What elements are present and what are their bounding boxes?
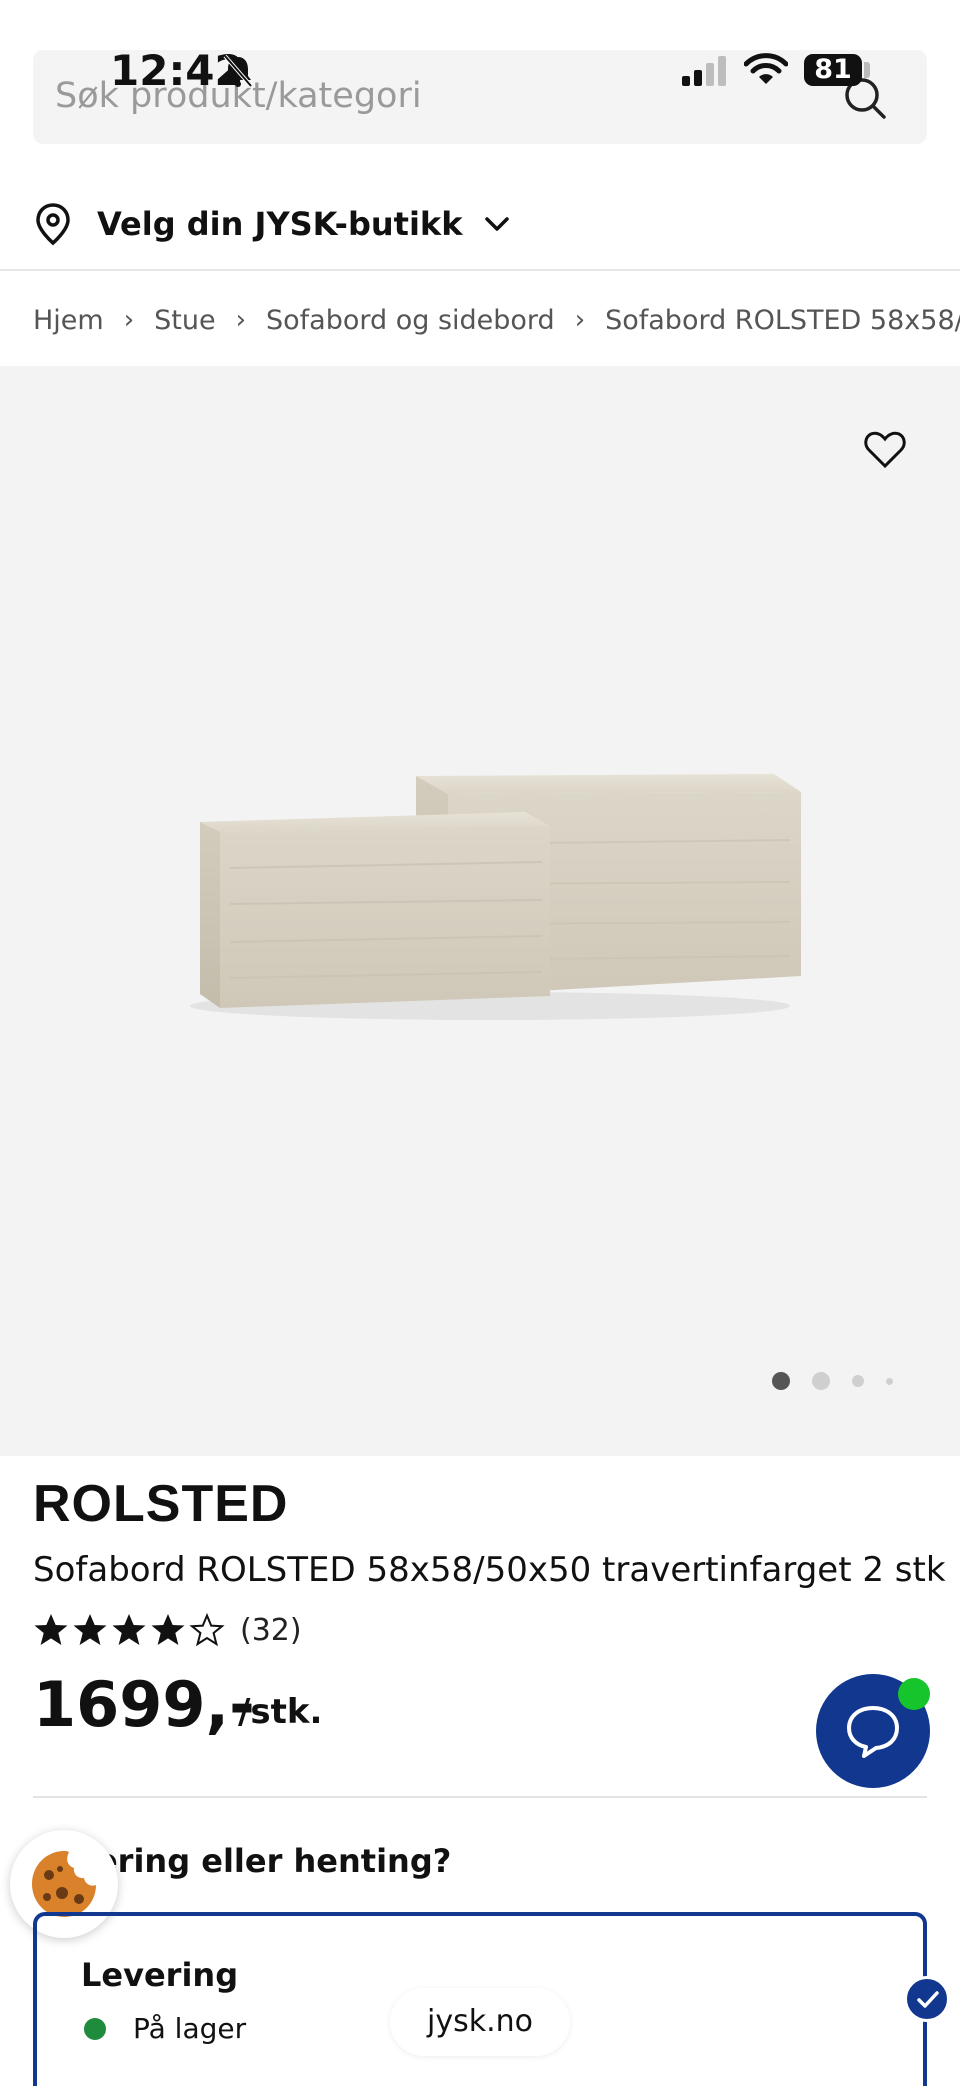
breadcrumb: Hjem › Stue › Sofabord og sidebord › Sof…	[33, 300, 960, 340]
gallery-dot-active[interactable]	[772, 1372, 790, 1390]
cookie-icon	[32, 1851, 96, 1917]
chevron-down-icon	[485, 217, 510, 231]
gallery-dot[interactable]	[812, 1372, 830, 1390]
product-rating[interactable]: (32)	[33, 1608, 302, 1652]
breadcrumb-separator: ›	[235, 305, 246, 335]
signal-icon	[682, 56, 726, 86]
breadcrumb-item-sofabord[interactable]: Sofabord og sidebord	[266, 305, 555, 336]
store-label: Velg din JYSK-butikk	[97, 205, 463, 243]
review-count[interactable]: (32)	[240, 1613, 302, 1648]
bell-slash-icon	[223, 54, 253, 88]
stock-status-dot	[84, 2018, 106, 2040]
gallery-dot[interactable]	[852, 1375, 864, 1387]
price-unit: /stk.	[238, 1692, 323, 1732]
delivery-option-title: Levering	[81, 1956, 239, 1994]
star-outline-icon	[189, 1612, 225, 1647]
wifi-icon	[744, 53, 788, 84]
selected-check-badge	[904, 1976, 950, 2022]
product-price: 1699,-	[33, 1668, 255, 1741]
breadcrumb-separator: ›	[574, 305, 586, 335]
star-icon	[73, 1614, 107, 1645]
checkmark-icon	[917, 1991, 939, 2008]
store-selector[interactable]: Velg din JYSK-butikk	[33, 196, 512, 252]
breadcrumb-item-stue[interactable]: Stue	[154, 305, 215, 336]
star-icon	[112, 1614, 146, 1645]
online-indicator	[898, 1678, 930, 1710]
stock-status-label: På lager	[133, 2012, 247, 2045]
battery-tip	[864, 62, 870, 78]
map-pin-icon	[36, 203, 70, 246]
header-divider	[0, 269, 960, 271]
browser-url-pill[interactable]: jysk.no	[390, 1988, 570, 2056]
product-title: Sofabord ROLSTED 58x58/50x50 travertinfa…	[33, 1550, 946, 1590]
product-image	[190, 774, 801, 1020]
breadcrumb-item-home[interactable]: Hjem	[33, 305, 104, 336]
breadcrumb-item-current: Sofabord ROLSTED 58x58/50x50	[605, 304, 960, 336]
product-brand: ROLSTED	[33, 1475, 289, 1533]
battery-indicator: 81	[804, 54, 862, 86]
chat-icon	[847, 1706, 899, 1758]
heart-icon[interactable]	[864, 430, 906, 470]
section-divider	[33, 1796, 927, 1798]
breadcrumb-separator: ›	[123, 305, 135, 335]
star-icon	[151, 1614, 185, 1645]
product-gallery[interactable]	[0, 366, 960, 1456]
gallery-dot[interactable]	[886, 1377, 893, 1385]
star-icon	[34, 1614, 68, 1645]
gallery-pagination	[772, 1372, 915, 1390]
